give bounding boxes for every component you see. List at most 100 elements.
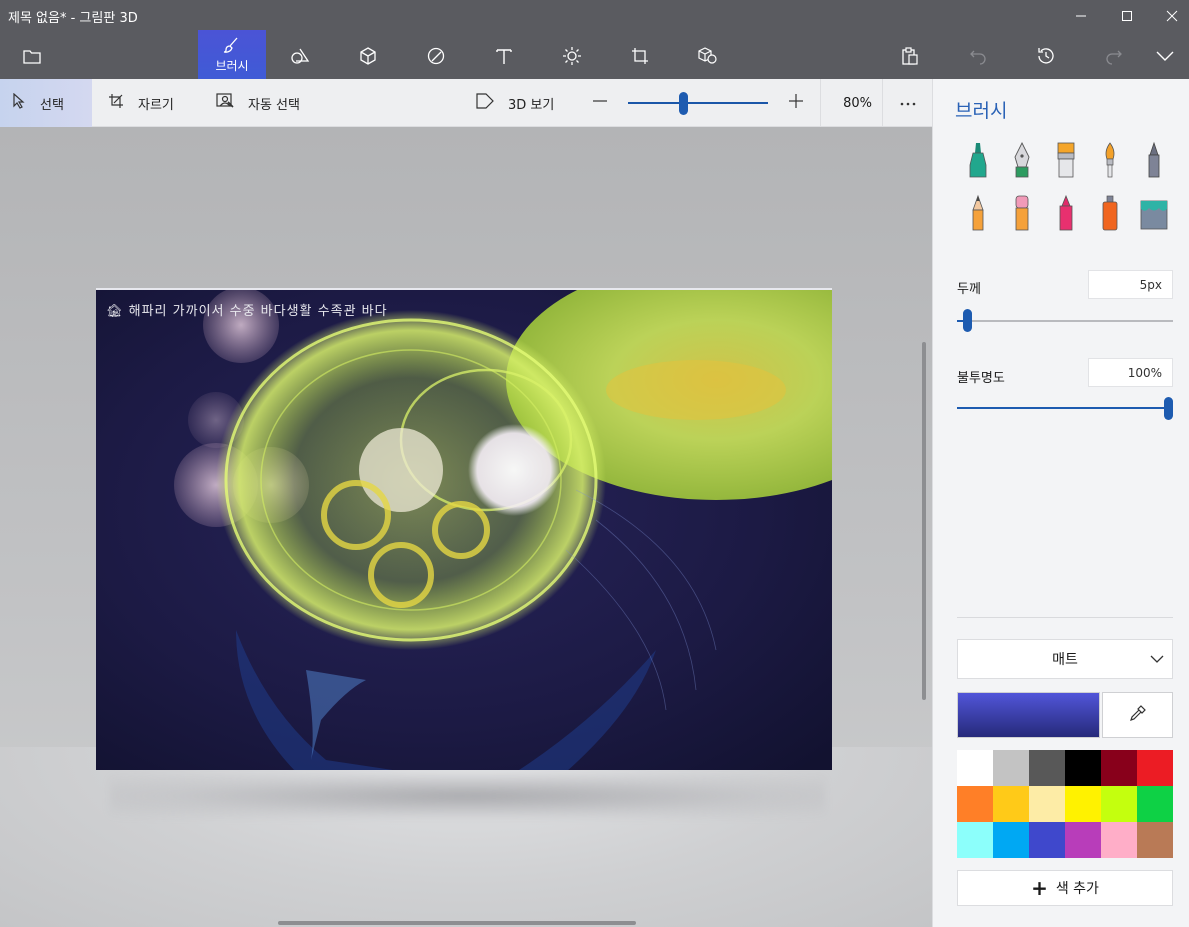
- spraycan-brush[interactable]: [1095, 194, 1125, 236]
- pixel-pen-icon: [1143, 141, 1165, 183]
- oil-brush-icon: [1055, 141, 1077, 183]
- zoom-value[interactable]: 80%: [820, 79, 883, 127]
- vertical-scrollbar[interactable]: [922, 342, 926, 700]
- pixel-pen-brush[interactable]: [1139, 141, 1169, 183]
- chevron-down-icon: [1150, 650, 1164, 672]
- shapes-2d-icon: [290, 47, 310, 65]
- color-swatch[interactable]: [1101, 786, 1137, 822]
- color-swatch[interactable]: [957, 750, 993, 786]
- opacity-input[interactable]: 100%: [1088, 358, 1173, 387]
- select-label: 선택: [40, 97, 64, 113]
- magic-select-button[interactable]: 자동 선택: [216, 79, 300, 127]
- eyedropper-icon: [1129, 704, 1147, 726]
- opacity-slider-thumb[interactable]: [1164, 397, 1173, 420]
- color-swatch[interactable]: [1137, 786, 1173, 822]
- view-3d-button[interactable]: 3D 보기: [476, 79, 554, 127]
- 3d-library-button[interactable]: [676, 32, 740, 79]
- fill-brush[interactable]: [1137, 194, 1171, 236]
- canvas-image[interactable]: 🏚 해파리 가까이서 수중 바다생활 수족관 바다: [96, 288, 832, 770]
- current-color-swatch[interactable]: [957, 692, 1100, 738]
- thickness-input[interactable]: 5px: [1088, 270, 1173, 299]
- sub-toolbar: 선택 자르기 자동 선택 3D 보기: [0, 79, 932, 127]
- pencil-brush[interactable]: [963, 194, 993, 236]
- finish-dropdown[interactable]: 매트: [957, 639, 1173, 679]
- color-swatch[interactable]: [1029, 822, 1065, 858]
- color-swatch[interactable]: [993, 750, 1029, 786]
- history-button[interactable]: [1014, 32, 1078, 79]
- effects-tool-button[interactable]: [540, 32, 604, 79]
- image-watermark: 🏚 해파리 가까이서 수중 바다생활 수족관 바다: [106, 304, 388, 319]
- color-swatch[interactable]: [1065, 822, 1101, 858]
- stickers-tool-button[interactable]: [404, 32, 468, 79]
- menu-button[interactable]: [0, 32, 64, 79]
- undo-button[interactable]: [946, 32, 1010, 79]
- thickness-label: 두께: [957, 282, 981, 297]
- view-3d-icon: [476, 93, 508, 113]
- color-swatch[interactable]: [957, 822, 993, 858]
- crop-icon: [108, 93, 138, 113]
- plus-icon: +: [1031, 876, 1048, 900]
- oil-brush[interactable]: [1051, 141, 1081, 183]
- color-swatch[interactable]: [1137, 750, 1173, 786]
- crop-button[interactable]: 자르기: [108, 79, 174, 127]
- shapes-3d-icon: [359, 46, 377, 65]
- pencil-icon: [967, 194, 989, 236]
- maximize-button[interactable]: [1104, 0, 1150, 32]
- 2d-shapes-tool-button[interactable]: [268, 32, 332, 79]
- eraser-brush[interactable]: [1007, 194, 1037, 236]
- add-color-button[interactable]: + 색 추가: [957, 870, 1173, 906]
- canvas-icon: [631, 47, 649, 65]
- jellyfish-photo: [96, 290, 832, 770]
- stickers-icon: [427, 47, 445, 65]
- close-button[interactable]: [1149, 0, 1189, 32]
- 3d-shapes-tool-button[interactable]: [336, 32, 400, 79]
- minimize-button[interactable]: [1058, 0, 1104, 32]
- color-swatch[interactable]: [1101, 750, 1137, 786]
- color-swatch[interactable]: [1137, 822, 1173, 858]
- zoom-in-button[interactable]: [788, 79, 818, 127]
- eraser-icon: [1011, 194, 1033, 236]
- brushes-tool-button[interactable]: 브러시: [198, 30, 266, 79]
- spraycan-icon: [1099, 194, 1121, 236]
- more-options-button[interactable]: [899, 79, 931, 127]
- minus-icon: [592, 93, 622, 113]
- thickness-slider-track[interactable]: [957, 320, 1173, 322]
- effects-icon: [562, 46, 582, 66]
- color-swatch[interactable]: [993, 786, 1029, 822]
- eyedropper-button[interactable]: [1102, 692, 1173, 738]
- opacity-slider-track[interactable]: [957, 407, 1173, 409]
- history-icon: [1036, 46, 1056, 66]
- select-button[interactable]: 선택: [0, 79, 92, 127]
- color-swatch[interactable]: [1065, 750, 1101, 786]
- expand-toolbar-button[interactable]: [1140, 32, 1189, 79]
- calligraphy-pen-brush[interactable]: [1007, 141, 1037, 183]
- text-icon: [495, 47, 513, 65]
- zoom-slider-thumb[interactable]: [679, 92, 688, 115]
- brushes-tool-label: 브러시: [215, 58, 249, 73]
- text-tool-button[interactable]: [472, 32, 536, 79]
- chevron-down-icon: [1156, 51, 1174, 61]
- marker-brush[interactable]: [963, 141, 993, 183]
- watercolor-brush[interactable]: [1095, 141, 1125, 183]
- zoom-slider-track[interactable]: [628, 102, 768, 104]
- canvas-tool-button[interactable]: [608, 32, 672, 79]
- redo-icon: [1105, 47, 1123, 65]
- library-3d-icon: [698, 46, 718, 65]
- opacity-label: 불투명도: [957, 371, 1005, 386]
- color-swatch[interactable]: [1065, 786, 1101, 822]
- calligraphy-pen-icon: [1011, 141, 1033, 183]
- horizontal-scrollbar[interactable]: [278, 921, 636, 925]
- crayon-brush[interactable]: [1051, 194, 1081, 236]
- view-3d-label: 3D 보기: [508, 97, 555, 113]
- zoom-out-button[interactable]: [592, 79, 622, 127]
- color-swatch[interactable]: [1101, 822, 1137, 858]
- paste-button[interactable]: [878, 32, 942, 79]
- title-bar: 제목 없음* - 그림판 3D: [0, 0, 1189, 32]
- thickness-slider-thumb[interactable]: [963, 309, 972, 332]
- redo-button[interactable]: [1082, 32, 1146, 79]
- color-swatch[interactable]: [957, 786, 993, 822]
- color-swatch[interactable]: [1029, 750, 1065, 786]
- color-swatch[interactable]: [993, 822, 1029, 858]
- paste-icon: [901, 46, 919, 65]
- color-swatch[interactable]: [1029, 786, 1065, 822]
